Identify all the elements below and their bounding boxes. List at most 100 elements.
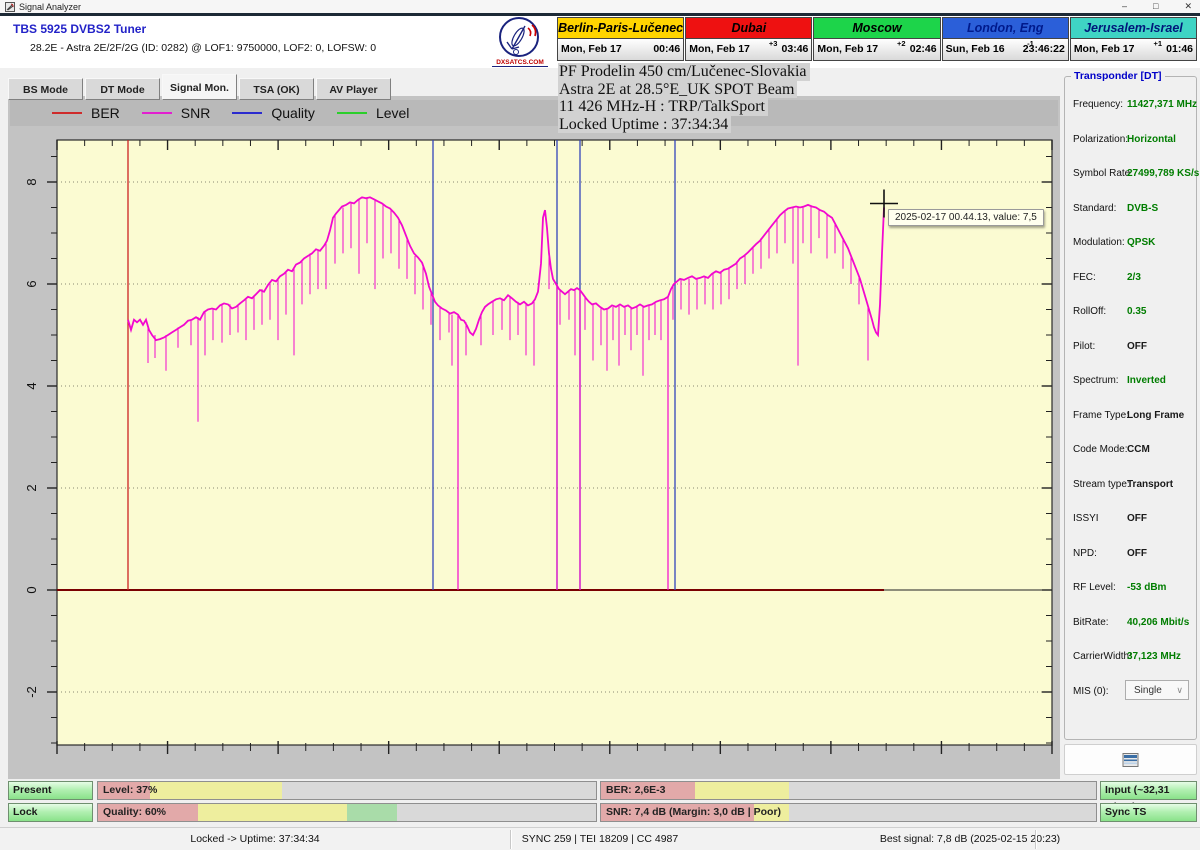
transponder-label: RollOff: [1073, 306, 1106, 317]
transponder-panel-title: Transponder [DT] [1071, 70, 1165, 82]
present-indicator: Present [8, 781, 93, 800]
transponder-row-pilot: Pilot:OFF [1065, 331, 1196, 366]
tuner-title: TBS 5925 DVBS2 Tuner [13, 22, 146, 36]
bar-segment [789, 782, 1096, 799]
bar-segment [397, 804, 596, 821]
transponder-row-npd: NPD: OFF [1065, 538, 1196, 573]
clock-time: 02:46 [910, 43, 937, 55]
transponder-value: Transport [1127, 479, 1173, 490]
clock-city: Jerusalem-Israel [1071, 18, 1196, 39]
close-button[interactable]: ✕ [1184, 0, 1192, 12]
annotation-overlay: PF Prodelin 450 cm/Lučenec-Slovakia Astr… [558, 63, 810, 133]
svg-text:8: 8 [24, 178, 39, 185]
bar-segment [150, 782, 282, 799]
status-separator [1035, 830, 1036, 849]
bar-label: BER: 2,6E-3 [606, 782, 666, 799]
tab-av-player[interactable]: AV Player [316, 78, 391, 100]
transponder-label: Spectrum: [1073, 375, 1119, 386]
transponder-row-fec: FEC:2/3 [1065, 262, 1196, 297]
transponder-row-bitrate: BitRate: 40,206 Mbit/s [1065, 607, 1196, 642]
minimize-button[interactable]: – [1122, 0, 1127, 12]
transponder-value: 37,123 MHz [1127, 651, 1181, 662]
input-indicator: Input (~32,31 Mbps) [1100, 781, 1197, 800]
dxsatcs-logo: DXSATCS.COM [492, 16, 548, 68]
transponder-label: Frame Type: [1073, 410, 1129, 421]
transponder-value: 11427,371 MHz [1127, 99, 1197, 110]
overlay-line-uptime: Locked Uptime : 37:34:34 [558, 116, 731, 134]
transponder-label: Polarization: [1073, 134, 1128, 145]
transponder-label: ISSYI [1073, 513, 1099, 524]
transponder-value: 27499,789 KS/s [1127, 168, 1199, 179]
clock-time: 23:46:22 [1023, 43, 1065, 55]
transponder-label: Frequency: [1073, 99, 1123, 110]
clock-utc-offset: +1 [1153, 39, 1162, 48]
status-bar: Locked -> Uptime: 37:34:34 SYNC 259 | TE… [0, 827, 1200, 850]
transponder-label: NPD: [1073, 548, 1097, 559]
transponder-value: -53 dBm [1127, 582, 1166, 593]
lock-indicator: Lock [8, 803, 93, 822]
transponder-label: Symbol Rate: [1073, 168, 1133, 179]
save-button[interactable] [1064, 744, 1197, 775]
transponder-row-frame-type: Frame Type:Long Frame [1065, 400, 1196, 435]
tab-tsa-ok[interactable]: TSA (OK) [239, 78, 314, 100]
status-best-signal: Best signal: 7,8 dB (2025-02-15 20:23) [880, 833, 1060, 845]
transponder-value: DVB-S [1127, 203, 1158, 214]
window-title: Signal Analyzer [19, 2, 81, 12]
chevron-down-icon: ∨ [1176, 681, 1183, 700]
transponder-value: 40,206 Mbit/s [1127, 617, 1189, 628]
tab-dt-mode[interactable]: DT Mode [85, 78, 160, 100]
tab-bs-mode[interactable]: BS Mode [8, 78, 83, 100]
clock-date: Mon, Feb 17 [689, 43, 750, 55]
transponder-row-spectrum: Spectrum:Inverted [1065, 365, 1196, 400]
snr-bar: SNR: 7,4 dB (Margin: 3,0 dB | Poor) [600, 803, 1097, 822]
transponder-value: Horizontal [1127, 134, 1176, 145]
overlay-line-frequency: 11 426 MHz-H : TRP/TalkSport [558, 98, 768, 116]
transponder-row-issyi: ISSYIOFF [1065, 503, 1196, 538]
clock-city: Moscow [814, 18, 939, 39]
maximize-button[interactable]: □ [1153, 0, 1158, 12]
bar-segment [198, 804, 347, 821]
clock-time: 03:46 [782, 43, 809, 55]
app-icon [5, 2, 15, 12]
status-separator [510, 830, 511, 849]
transponder-value: QPSK [1127, 237, 1155, 248]
clock-date: Mon, Feb 17 [561, 43, 622, 55]
mis-dropdown[interactable]: Single ∨ [1125, 680, 1189, 700]
tuner-subtitle: 28.2E - Astra 2E/2F/2G (ID: 0282) @ LOF1… [30, 42, 376, 54]
clock-date: Mon, Feb 17 [817, 43, 878, 55]
mis-selected-value: Single [1134, 685, 1162, 696]
transponder-label: BitRate: [1073, 617, 1109, 628]
tab-signal-mon[interactable]: Signal Mon. [162, 74, 237, 100]
clock-dubai: DubaiMon, Feb 17+303:46 [685, 17, 812, 61]
transponder-value: CCM [1127, 444, 1150, 455]
clock-body: Mon, Feb 17 +2 02:46 [814, 39, 939, 60]
transponder-row-modulation: Modulation:QPSK [1065, 227, 1196, 262]
transponder-row-symbol-rate: Symbol Rate:27499,789 KS/s [1065, 158, 1196, 193]
svg-text:2: 2 [24, 484, 39, 491]
transponder-label: Pilot: [1073, 341, 1095, 352]
level-bar: Level: 37% [97, 781, 597, 800]
bar-label: SNR: 7,4 dB (Margin: 3,0 dB | Poor) [606, 804, 781, 821]
svg-text:6: 6 [24, 280, 39, 287]
transponder-row-rf-level: RF Level: -53 dBm [1065, 572, 1196, 607]
clock-utc-offset: +2 [897, 39, 906, 48]
transponder-value: OFF [1127, 548, 1147, 559]
status-sync-counters: SYNC 259 | TEI 18209 | CC 4987 [522, 833, 678, 845]
bar-segment [282, 782, 596, 799]
header: TBS 5925 DVBS2 Tuner 28.2E - Astra 2E/2F… [0, 16, 1200, 68]
transponder-label: RF Level: [1073, 582, 1116, 593]
transponder-row-frequency: Frequency: 11427,371 MHz [1065, 89, 1196, 124]
clock-jerusalem-israel: Jerusalem-IsraelMon, Feb 17+101:46 [1070, 17, 1197, 61]
clock-date: Mon, Feb 17 [1074, 43, 1135, 55]
svg-text:-2: -2 [24, 686, 39, 698]
transponder-label: Code Mode: [1073, 444, 1127, 455]
satellite-dish-icon [492, 16, 548, 60]
transponder-label: FEC: [1073, 272, 1096, 283]
snr-chart-plot[interactable]: 86420-2 [8, 96, 1060, 779]
clock-body: Mon, Feb 17+101:46 [1071, 39, 1196, 60]
bar-label: Level: 37% [103, 782, 157, 799]
chart-area: BERSNRQualityLevel 86420-2 2025-02-17 00… [8, 96, 1060, 779]
clock-time: 00:46 [653, 43, 680, 55]
clock-body: Mon, Feb 17 00:46 [558, 39, 683, 60]
transponder-label: Modulation: [1073, 237, 1125, 248]
